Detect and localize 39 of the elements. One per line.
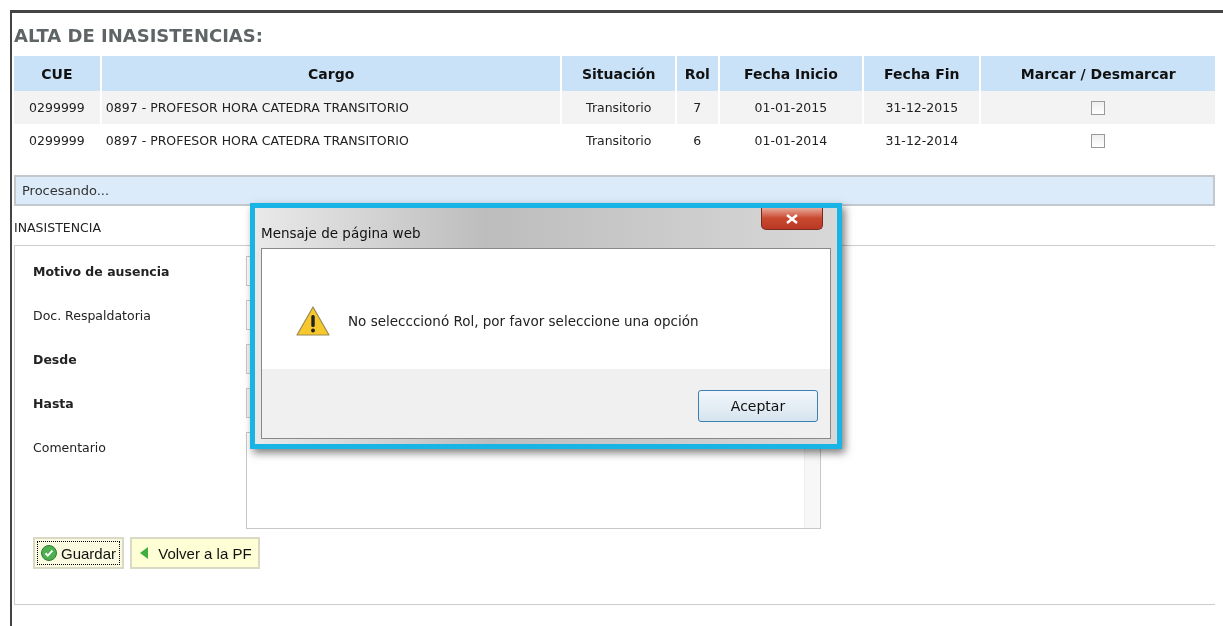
table-cell-text: 31-12-2014 xyxy=(884,132,960,150)
field-label: Comentario xyxy=(33,439,107,455)
table-cell: 01-01-2015 xyxy=(719,91,863,124)
field-label: Desde xyxy=(33,351,78,367)
table-cell-text: Transitorio xyxy=(585,132,653,150)
table-cell-text: 01-01-2014 xyxy=(753,132,829,150)
back-button[interactable]: Volver a la PF xyxy=(130,537,260,569)
table-cell-text: 6 xyxy=(692,132,703,150)
save-button[interactable]: Guardar xyxy=(33,537,125,569)
table-cell-text: 0897 - PROFESOR HORA CATEDRA TRANSITORIO xyxy=(104,132,410,150)
column-header: Rol xyxy=(677,56,718,91)
column-header: Fecha Inicio xyxy=(719,56,863,91)
column-header: Marcar / Desmarcar xyxy=(981,56,1215,91)
ok-button[interactable]: Aceptar xyxy=(698,390,818,422)
checkbox[interactable] xyxy=(1091,134,1106,149)
page-title: ALTA DE INASISTENCIAS: xyxy=(14,25,263,46)
table-cell: 31-12-2015 xyxy=(864,91,980,124)
field-label: Hasta xyxy=(33,395,75,411)
table-cell: 7 xyxy=(677,91,718,124)
dialog-message: No selecccionó Rol, por favor seleccione una opción xyxy=(348,313,699,329)
column-header: Cargo xyxy=(101,56,561,91)
check-icon xyxy=(41,545,57,561)
close-button[interactable] xyxy=(761,208,823,230)
warning-icon xyxy=(296,306,330,336)
table-cell: Transitorio xyxy=(562,91,676,124)
checkbox[interactable] xyxy=(1091,101,1106,116)
close-icon xyxy=(786,213,798,224)
table-cell: 0299999 xyxy=(14,91,100,124)
table-cell: 0897 - PROFESOR HORA CATEDRA TRANSITORIO xyxy=(101,91,561,124)
column-header: Fecha Fin xyxy=(864,56,980,91)
field-label: Doc. Respaldatoria xyxy=(33,307,152,323)
field-label: Motivo de ausencia xyxy=(33,263,171,279)
column-header: Situación xyxy=(562,56,676,91)
dialog-title: Mensaje de página web xyxy=(261,225,421,241)
table-cell-text: 0299999 xyxy=(28,132,86,150)
left-triangle-icon xyxy=(138,546,151,560)
status-bar: Procesando... xyxy=(14,175,1215,206)
section-title: INASISTENCIA xyxy=(14,220,101,235)
column-header: CUE xyxy=(14,56,100,91)
